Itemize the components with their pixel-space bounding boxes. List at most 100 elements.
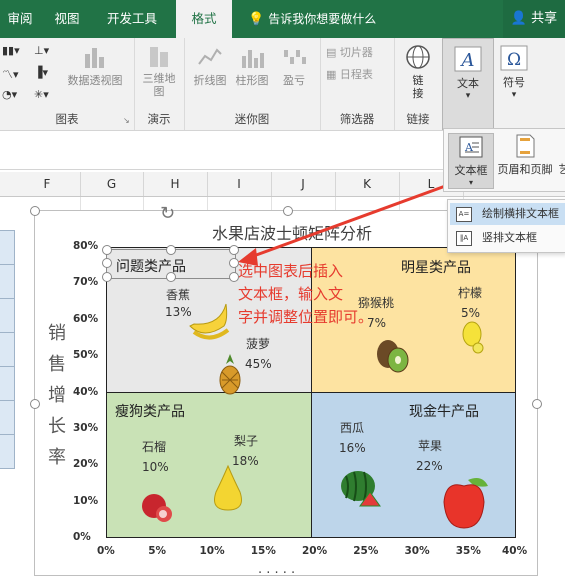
rotate-handle-icon[interactable]: ↻ <box>160 203 175 224</box>
tell-me-text: 告诉我你想要做什么 <box>268 12 377 26</box>
group-charts: ▮▮▾ ⊥▾ 〽▾ ▐▾ ◔▾ ✳▾ 数据透视图 图表 <box>0 38 135 130</box>
pomegranate-icon <box>142 494 172 522</box>
point-name: 梨子 <box>234 434 259 448</box>
textbox-handle[interactable] <box>102 245 112 255</box>
pineapple-icon <box>219 354 241 395</box>
textbox-handle[interactable] <box>102 258 112 268</box>
pivot-chart-icon <box>85 48 104 68</box>
column-chart-icon[interactable]: ▮▮▾ <box>2 44 20 57</box>
table-cell[interactable] <box>0 298 15 333</box>
table-cell[interactable] <box>0 400 15 435</box>
textbox-handle[interactable] <box>229 245 239 255</box>
wordart-menu-item[interactable]: 艺 <box>558 133 565 177</box>
y-tick-label: 70% <box>73 276 99 289</box>
line-chart-icon[interactable]: 〽▾ <box>2 66 19 82</box>
point-value: 16% <box>339 441 366 455</box>
horizontal-textbox-icon: A= <box>456 207 472 222</box>
y-axis-title[interactable]: 销 售 增 长 率 <box>46 318 68 473</box>
x-tick-label: 15% <box>250 545 276 557</box>
group-links: 链接 链接 <box>394 38 443 130</box>
timeline-button[interactable]: ▦ 日程表 <box>326 66 373 82</box>
group-sparklines: 折线图 柱形图 盈亏 迷你图 <box>184 38 321 130</box>
tab-developer[interactable]: 开发工具 <box>96 0 168 38</box>
slicer-button[interactable]: ▤ 切片器 <box>326 44 373 60</box>
y-tick-label: 10% <box>73 494 99 507</box>
x-tick-label: 0% <box>97 545 115 557</box>
tutorial-annotation: 选中图表后插入 文本框，输入文 字并调整位置即可。 <box>238 262 374 326</box>
group-tours: 三维地图 演示 <box>134 38 185 130</box>
person-icon: 👤 <box>510 11 528 26</box>
share-button[interactable]: 👤 共享 <box>503 0 565 38</box>
resize-handle[interactable] <box>283 206 293 216</box>
3d-map-button[interactable]: 三维地图 <box>138 44 180 98</box>
y-tick-label: 50% <box>73 349 99 362</box>
column-header[interactable]: F <box>14 172 81 196</box>
x-tick-label: 5% <box>148 545 167 557</box>
column-header[interactable]: J <box>271 172 336 196</box>
share-label: 共享 <box>531 11 558 26</box>
quadrant-divider-h <box>106 392 516 393</box>
link-button[interactable]: 链接 <box>400 44 436 100</box>
point-name: 柠檬 <box>458 286 483 300</box>
textbox-handle[interactable] <box>166 245 176 255</box>
column-header[interactable]: K <box>335 172 400 196</box>
scatter-chart-icon[interactable]: ✳▾ <box>34 88 49 101</box>
vertical-textbox-icon: ‖A <box>456 231 472 246</box>
textbox-icon: A <box>459 136 483 158</box>
y-tick-label: 30% <box>73 421 99 434</box>
svg-text:Ω: Ω <box>507 50 521 70</box>
x-tick-label: 35% <box>455 545 481 557</box>
tab-view[interactable]: 视图 <box>46 0 88 38</box>
lightbulb-icon: 💡 <box>248 12 265 27</box>
point-name: 菠萝 <box>246 337 271 351</box>
table-cell[interactable] <box>0 230 15 265</box>
text-button[interactable]: A 文本 ▾ <box>442 38 494 130</box>
textbox-handle[interactable] <box>166 272 176 282</box>
text-a-icon: A <box>454 46 482 72</box>
pivot-chart-button[interactable]: 数据透视图 <box>62 44 128 88</box>
column-header[interactable]: I <box>207 172 272 196</box>
sparkline-winloss-button[interactable]: 盈亏 <box>274 44 314 88</box>
tell-me-search[interactable]: 💡 告诉我你想要做什么 <box>248 0 376 38</box>
sparkline-column-button[interactable]: 柱形图 <box>232 44 272 88</box>
stat-chart-icon[interactable]: ▐▾ <box>34 66 48 79</box>
textbox-handle[interactable] <box>102 272 112 282</box>
omega-symbol-icon: Ω <box>500 45 528 71</box>
point-name: 石榴 <box>142 440 167 454</box>
horizontal-textbox-option[interactable]: A= 绘制横排文本框 <box>450 203 565 225</box>
header-footer-menu-item[interactable]: 页眉和页脚 <box>494 133 556 177</box>
sparkline-line-button[interactable]: 折线图 <box>190 44 230 88</box>
x-tick-label: 20% <box>302 545 328 557</box>
textbox-text[interactable]: 问题类产品 <box>116 256 186 276</box>
column-header[interactable]: G <box>80 172 144 196</box>
group-label-filters: 筛选器 <box>339 112 375 126</box>
chart-title[interactable]: 水果店波士顿矩阵分析 <box>212 220 372 244</box>
watermelon-icon <box>341 471 381 507</box>
group-label-charts: 图表 <box>55 112 79 126</box>
table-cell[interactable] <box>0 332 15 367</box>
textbox-menu-item[interactable]: A 文本框 ▾ <box>448 133 494 189</box>
table-cell[interactable] <box>0 366 15 401</box>
textbox-submenu: A= 绘制横排文本框 ‖A 竖排文本框 <box>447 199 565 253</box>
dialog-launcher-icon[interactable]: ↘ <box>123 116 130 125</box>
globe-link-icon <box>406 45 430 69</box>
quadrant-label-dog: 瘦狗类产品 <box>115 404 185 420</box>
apple-icon <box>443 478 488 529</box>
pie-chart-icon[interactable]: ◔▾ <box>2 88 17 101</box>
y-tick-label: 40% <box>73 385 99 398</box>
column-sparkline-icon <box>242 50 264 68</box>
resize-handle[interactable] <box>532 399 542 409</box>
table-cell[interactable] <box>0 434 15 469</box>
symbol-button[interactable]: Ω 符号 ▾ <box>494 44 534 100</box>
vertical-textbox-option[interactable]: ‖A 竖排文本框 <box>450 227 565 249</box>
resize-handle[interactable] <box>30 206 40 216</box>
group-label-sparklines: 迷你图 <box>234 112 270 126</box>
column-header[interactable]: H <box>143 172 208 196</box>
3d-map-icon <box>150 47 168 67</box>
tab-review[interactable]: 审阅 <box>0 0 40 38</box>
table-cell[interactable] <box>0 264 15 299</box>
tab-format[interactable]: 格式 <box>176 0 232 38</box>
resize-handle[interactable] <box>30 399 40 409</box>
hierarchy-chart-icon[interactable]: ⊥▾ <box>34 44 49 57</box>
x-tick-label: 25% <box>353 545 379 557</box>
